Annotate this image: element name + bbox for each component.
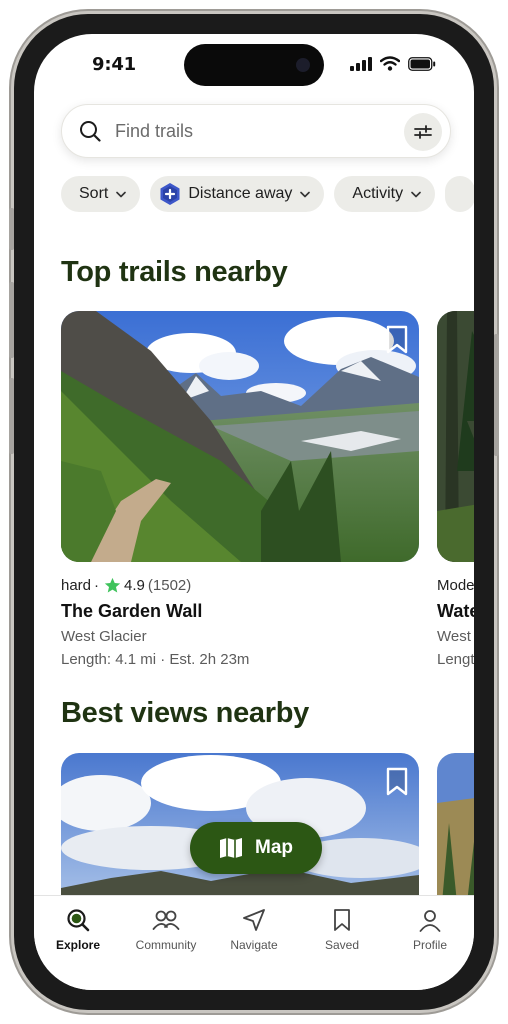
meadow-photo	[437, 753, 474, 903]
battery-icon	[408, 56, 436, 71]
trail-meta-partial: Mode	[437, 577, 474, 594]
mountain-landscape-photo	[61, 311, 419, 562]
power-button	[494, 334, 499, 456]
tab-label: Navigate	[230, 938, 278, 952]
tab-label: Community	[135, 938, 197, 952]
view-card-image-partial[interactable]	[437, 753, 474, 903]
filter-settings-button[interactable]	[404, 113, 442, 151]
tab-explore[interactable]: Explore	[34, 908, 122, 952]
activity-chip[interactable]: Activity	[334, 176, 436, 212]
search-bar[interactable]	[61, 104, 451, 158]
saved-icon	[334, 909, 350, 931]
distance-away-chip[interactable]: Distance away	[150, 176, 325, 212]
filter-chips: Sort Distance away Activity	[61, 176, 474, 212]
tab-label: Saved	[324, 938, 360, 952]
explore-icon	[67, 909, 90, 932]
plus-shield-icon	[160, 183, 180, 205]
bottom-tab-bar: Explore Community Navigate Saved Profile	[34, 895, 474, 990]
tab-navigate[interactable]: Navigate	[210, 908, 298, 952]
dynamic-island	[184, 44, 324, 86]
search-input[interactable]	[115, 120, 375, 142]
trail-card-image-partial[interactable]	[437, 311, 474, 562]
trail-meta: hard · 4.9 (1502)	[61, 577, 191, 594]
more-filters-chip[interactable]	[445, 176, 474, 212]
best-views-heading: Best views nearby	[61, 697, 309, 729]
top-trails-heading: Top trails nearby	[61, 256, 288, 288]
map-icon	[220, 838, 242, 858]
navigate-icon	[243, 909, 265, 931]
tab-profile[interactable]: Profile	[386, 908, 474, 952]
community-icon	[152, 910, 180, 930]
profile-icon	[419, 910, 441, 932]
trail-name[interactable]: The Garden Wall	[61, 601, 202, 622]
search-icon	[80, 121, 101, 142]
activity-chip-label: Activity	[352, 185, 404, 202]
difficulty-label: Mode	[437, 577, 474, 594]
trail-card-image[interactable]	[61, 311, 419, 562]
distance-away-chip-label: Distance away	[188, 185, 293, 202]
wifi-icon	[380, 56, 400, 71]
volume-up-button	[9, 282, 14, 358]
trail-location-partial: West	[437, 628, 471, 645]
forest-photo	[437, 311, 474, 562]
trail-location: West Glacier	[61, 628, 147, 645]
tab-label: Explore	[55, 938, 100, 952]
sliders-icon	[414, 125, 432, 139]
chevron-down-icon	[300, 191, 311, 197]
star-icon	[104, 577, 121, 593]
bookmark-icon[interactable]	[385, 767, 409, 797]
tab-community[interactable]: Community	[122, 908, 210, 952]
volume-down-button	[9, 378, 14, 454]
status-icons	[350, 56, 436, 71]
tab-label: Profile	[412, 938, 447, 952]
difficulty-label: hard	[61, 577, 92, 594]
bookmark-icon[interactable]	[385, 325, 409, 355]
app-screen: 9:41 Find trails Sort Distance away Acti…	[34, 34, 474, 990]
sort-chip[interactable]: Sort	[61, 176, 141, 212]
chevron-down-icon	[411, 191, 421, 197]
trail-length-partial: Lengt	[437, 651, 474, 668]
sort-chip-label: Sort	[79, 185, 109, 202]
review-count: (1502)	[147, 577, 192, 594]
action-button	[9, 208, 14, 250]
status-time: 9:41	[92, 54, 136, 75]
tab-saved[interactable]: Saved	[298, 908, 386, 952]
trail-length: Length: 4.1 mi · Est. 2h 23m	[61, 651, 250, 668]
rating-value: 4.9	[124, 577, 145, 594]
meta-separator: ·	[94, 577, 100, 594]
chevron-down-icon	[116, 191, 127, 197]
trail-name-partial[interactable]: Wate	[437, 601, 474, 622]
signal-icon	[350, 56, 372, 71]
map-button-label: Map	[255, 837, 293, 858]
map-button[interactable]: Map	[190, 822, 322, 874]
